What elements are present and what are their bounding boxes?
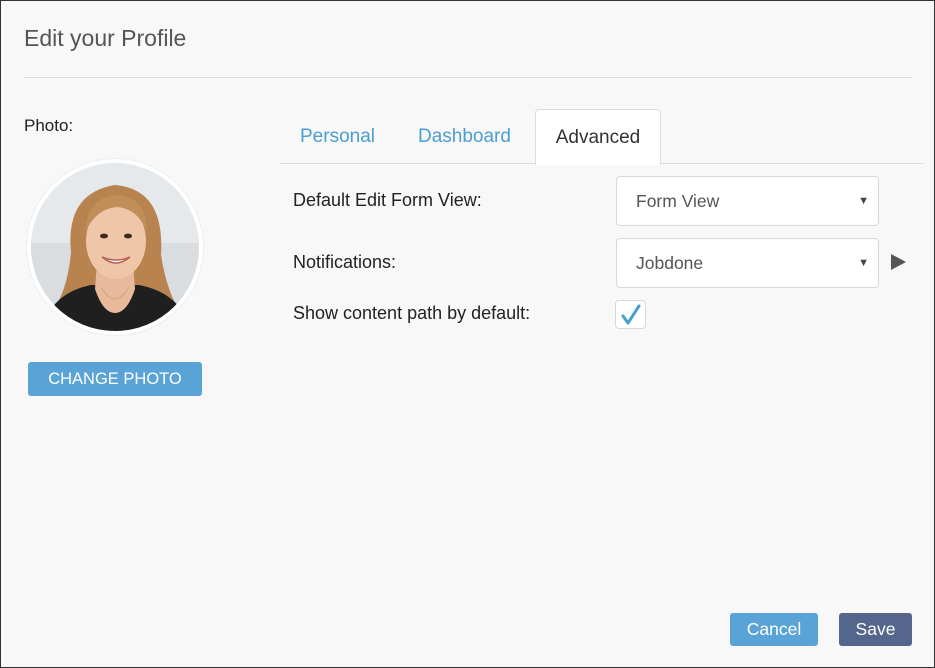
change-photo-button[interactable]: CHANGE PHOTO xyxy=(28,362,202,396)
tab-dashboard[interactable]: Dashboard xyxy=(398,109,531,164)
default-view-label: Default Edit Form View: xyxy=(293,190,482,210)
avatar xyxy=(27,159,203,335)
avatar-image xyxy=(31,163,199,331)
checkmark-icon xyxy=(621,304,641,325)
content-path-label: Show content path by default: xyxy=(293,303,531,323)
chevron-down-icon: ▼ xyxy=(858,195,869,207)
notifications-select[interactable]: Jobdone ▼ xyxy=(616,238,879,288)
chevron-down-icon: ▼ xyxy=(858,257,869,269)
default-view-value: Form View xyxy=(636,191,720,211)
cancel-button[interactable]: Cancel xyxy=(730,613,818,646)
edit-profile-dialog: Edit your Profile Photo: CHANGE PHOTO Pe… xyxy=(0,0,935,668)
notifications-value: Jobdone xyxy=(636,253,704,273)
dialog-title: Edit your Profile xyxy=(24,25,187,51)
default-view-select[interactable]: Form View ▼ xyxy=(616,176,879,226)
tab-advanced[interactable]: Advanced xyxy=(535,109,661,165)
title-divider xyxy=(24,77,912,78)
play-icon[interactable] xyxy=(891,254,906,270)
content-path-checkbox[interactable] xyxy=(615,300,646,329)
photo-label: Photo: xyxy=(24,116,74,135)
profile-tabs: Personal Dashboard Advanced xyxy=(280,109,924,165)
save-button[interactable]: Save xyxy=(839,613,912,646)
notifications-label: Notifications: xyxy=(293,252,397,272)
tab-personal[interactable]: Personal xyxy=(280,109,395,164)
